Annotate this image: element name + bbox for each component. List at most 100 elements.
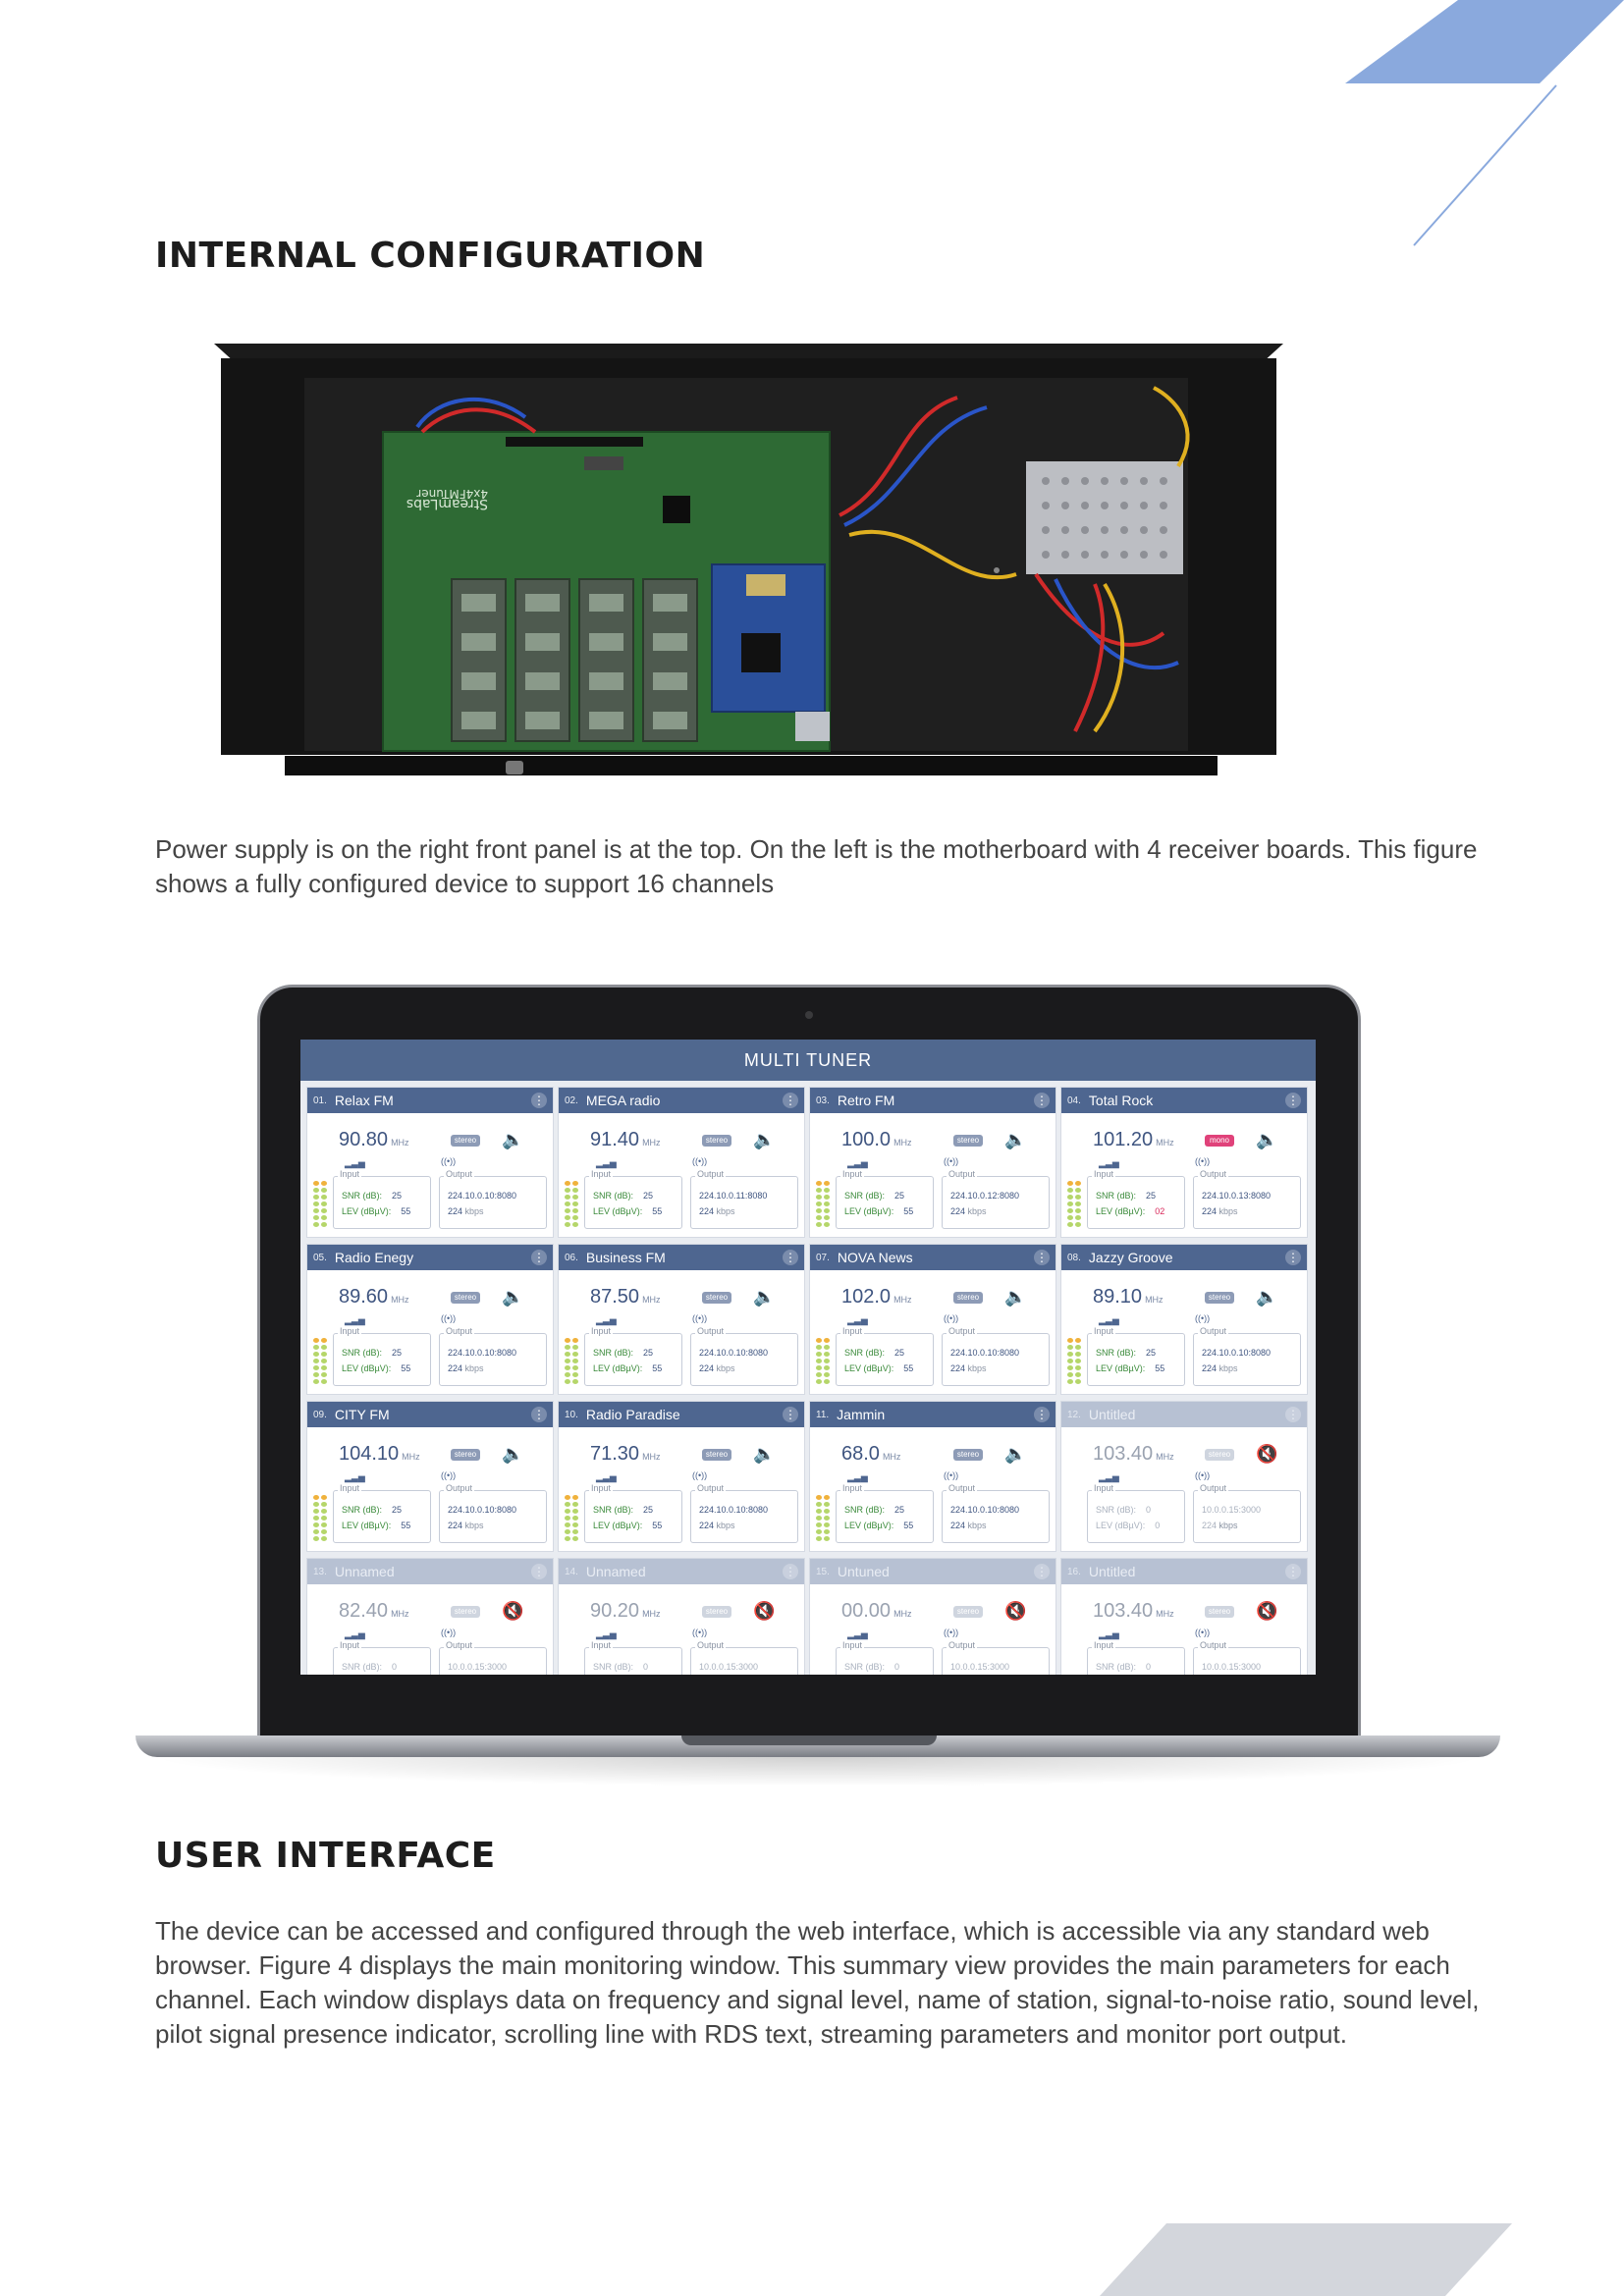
output-box: Output 224.10.0.10:8080 224 kbps — [439, 1326, 547, 1386]
menu-dots-icon[interactable]: ⋮ — [531, 1407, 547, 1422]
menu-dots-icon[interactable]: ⋮ — [783, 1250, 798, 1265]
channel-card[interactable]: 01. Relax FM ⋮ 90.80 MHz stereo 🔈 ▂▃▅ ((•)) Input… — [306, 1087, 554, 1238]
channel-header[interactable]: 07. NOVA News ⋮ — [810, 1245, 1056, 1270]
audio-mode-badge: stereo — [702, 1606, 731, 1618]
menu-dots-icon[interactable]: ⋮ — [531, 1093, 547, 1108]
antenna-icon: ((•)) — [441, 1628, 457, 1637]
speaker-icon[interactable]: 🔈 — [753, 1444, 775, 1465]
menu-dots-icon[interactable]: ⋮ — [531, 1564, 547, 1579]
channel-card[interactable]: 03. Retro FM ⋮ 100.0 MHz stereo 🔈 ▂▃▅ ((•)) Input… — [809, 1087, 1056, 1238]
channel-card[interactable]: 05. Radio Enegy ⋮ 89.60 MHz stereo 🔈 ▂▃▅ ((•)) In… — [306, 1244, 554, 1395]
level-dot — [313, 1536, 319, 1541]
channel-card[interactable]: 12. Untitled ⋮ 103.40 MHz stereo 🔇 ▂▃▅ ((•)) Inpu… — [1060, 1401, 1308, 1552]
channel-number: 11. — [816, 1409, 830, 1420]
frequency-value: 103.40 — [1093, 1600, 1154, 1622]
menu-dots-icon[interactable]: ⋮ — [783, 1407, 798, 1422]
channel-header[interactable]: 10. Radio Paradise ⋮ — [559, 1402, 804, 1427]
speaker-icon[interactable]: 🔈 — [1256, 1130, 1277, 1150]
level-dot — [824, 1201, 830, 1206]
channel-card[interactable]: 11. Jammin ⋮ 68.0 MHz stereo 🔈 ▂▃▅ ((•)) Input SNR… — [809, 1401, 1056, 1552]
output-caption: Output — [947, 1169, 978, 1179]
speaker-icon[interactable]: 🔈 — [1004, 1130, 1026, 1150]
speaker-muted-icon[interactable]: 🔇 — [753, 1601, 775, 1622]
channel-card[interactable]: 16. Untitled ⋮ 103.40 MHz stereo 🔇 ▂▃▅ ((•)) Inpu… — [1060, 1558, 1308, 1675]
channel-card[interactable]: 15. Untuned ⋮ 00.00 MHz stereo 🔇 ▂▃▅ ((•)) Input S… — [809, 1558, 1056, 1675]
menu-dots-icon[interactable]: ⋮ — [1285, 1093, 1301, 1108]
level-dot — [313, 1352, 319, 1357]
channel-card[interactable]: 02. MEGA radio ⋮ 91.40 MHz stereo 🔈 ▂▃▅ ((•)) Inp… — [558, 1087, 805, 1238]
channel-header[interactable]: 02. MEGA radio ⋮ — [559, 1088, 804, 1113]
channel-card[interactable]: 14. Unnamed ⋮ 90.20 MHz stereo 🔇 ▂▃▅ ((•)) Input S… — [558, 1558, 805, 1675]
lev-label: LEV (dBµV): — [844, 1521, 894, 1530]
speaker-icon[interactable]: 🔈 — [502, 1287, 523, 1308]
speaker-muted-icon[interactable]: 🔇 — [502, 1601, 523, 1622]
signal-bars-icon: ▂▃▅ — [596, 1472, 617, 1482]
speaker-icon[interactable]: 🔈 — [502, 1444, 523, 1465]
channel-card[interactable]: 09. CITY FM ⋮ 104.10 MHz stereo 🔈 ▂▃▅ ((•)) Input… — [306, 1401, 554, 1552]
level-dot — [824, 1509, 830, 1514]
frequency-display: 102.0 MHz — [841, 1286, 912, 1308]
level-dot — [572, 1188, 578, 1193]
menu-dots-icon[interactable]: ⋮ — [1034, 1093, 1050, 1108]
channel-header[interactable]: 16. Untitled ⋮ — [1061, 1559, 1307, 1584]
channel-header[interactable]: 05. Radio Enegy ⋮ — [307, 1245, 553, 1270]
menu-dots-icon[interactable]: ⋮ — [1285, 1407, 1301, 1422]
output-address: 224.10.0.13:8080 — [1202, 1191, 1272, 1201]
channel-header[interactable]: 11. Jammin ⋮ — [810, 1402, 1056, 1427]
menu-dots-icon[interactable]: ⋮ — [1285, 1250, 1301, 1265]
speaker-icon[interactable]: 🔈 — [502, 1130, 523, 1150]
menu-dots-icon[interactable]: ⋮ — [1034, 1250, 1050, 1265]
level-dot — [572, 1536, 578, 1541]
output-caption: Output — [1198, 1483, 1229, 1493]
channel-header[interactable]: 12. Untitled ⋮ — [1061, 1402, 1307, 1427]
menu-dots-icon[interactable]: ⋮ — [1034, 1407, 1050, 1422]
speaker-icon[interactable]: 🔈 — [753, 1130, 775, 1150]
channel-header[interactable]: 06. Business FM ⋮ — [559, 1245, 804, 1270]
snr-value: 25 — [1146, 1348, 1157, 1358]
level-dot — [816, 1365, 822, 1370]
snr-label: SNR (dB): — [593, 1505, 634, 1515]
snr-value: 25 — [392, 1505, 403, 1515]
channel-card[interactable]: 07. NOVA News ⋮ 102.0 MHz stereo 🔈 ▂▃▅ ((•)) Inpu… — [809, 1244, 1056, 1395]
menu-dots-icon[interactable]: ⋮ — [1034, 1564, 1050, 1579]
speaker-icon[interactable]: 🔈 — [1256, 1287, 1277, 1308]
channel-card[interactable]: 04. Total Rock ⋮ 101.20 MHz mono 🔈 ▂▃▅ ((•)) Inpu… — [1060, 1087, 1308, 1238]
channel-header[interactable]: 09. CITY FM ⋮ — [307, 1402, 553, 1427]
speaker-icon[interactable]: 🔈 — [753, 1287, 775, 1308]
channel-header[interactable]: 13. Unnamed ⋮ — [307, 1559, 553, 1584]
level-dot — [1075, 1338, 1081, 1343]
input-box: InputSNR (dB):0LEV (dBµV):0 — [836, 1640, 934, 1675]
frequency-value: 90.80 — [339, 1129, 389, 1150]
lev-value: 0 — [1155, 1521, 1161, 1530]
menu-dots-icon[interactable]: ⋮ — [783, 1564, 798, 1579]
channel-header[interactable]: 01. Relax FM ⋮ — [307, 1088, 553, 1113]
speaker-muted-icon[interactable]: 🔇 — [1004, 1601, 1026, 1622]
device-internal-photo: StreamLabs 4x4FMTuner — [211, 339, 1286, 776]
speaker-icon[interactable]: 🔈 — [1004, 1287, 1026, 1308]
snr-label: SNR (dB): — [342, 1191, 383, 1201]
level-dot — [824, 1195, 830, 1200]
menu-dots-icon[interactable]: ⋮ — [531, 1250, 547, 1265]
channel-card[interactable]: 06. Business FM ⋮ 87.50 MHz stereo 🔈 ▂▃▅ ((•)) In… — [558, 1244, 805, 1395]
output-address: 224.10.0.10:8080 — [448, 1191, 517, 1201]
speaker-muted-icon[interactable]: 🔇 — [1256, 1444, 1277, 1465]
input-caption: Input — [589, 1640, 614, 1650]
input-box: Input SNR (dB): 25 LEV (dBµV): 55 — [836, 1326, 934, 1386]
channel-header[interactable]: 03. Retro FM ⋮ — [810, 1088, 1056, 1113]
menu-dots-icon[interactable]: ⋮ — [783, 1093, 798, 1108]
speaker-icon[interactable]: 🔈 — [1004, 1444, 1026, 1465]
level-dot — [321, 1379, 327, 1384]
level-dot — [816, 1359, 822, 1363]
menu-dots-icon[interactable]: ⋮ — [1285, 1564, 1301, 1579]
channel-header[interactable]: 15. Untuned ⋮ — [810, 1559, 1056, 1584]
channel-card[interactable]: 13. Unnamed ⋮ 82.40 MHz stereo 🔇 ▂▃▅ ((•)) Input S… — [306, 1558, 554, 1675]
channel-header[interactable]: 08. Jazzy Groove ⋮ — [1061, 1245, 1307, 1270]
lev-value: 55 — [652, 1206, 663, 1216]
channel-card[interactable]: 08. Jazzy Groove ⋮ 89.10 MHz stereo 🔈 ▂▃▅ ((•)) I… — [1060, 1244, 1308, 1395]
output-caption: Output — [947, 1640, 978, 1650]
channel-name: Radio Enegy — [334, 1250, 414, 1265]
channel-card[interactable]: 10. Radio Paradise ⋮ 71.30 MHz stereo 🔈 ▂▃▅ ((•)… — [558, 1401, 805, 1552]
channel-header[interactable]: 14. Unnamed ⋮ — [559, 1559, 804, 1584]
channel-header[interactable]: 04. Total Rock ⋮ — [1061, 1088, 1307, 1113]
speaker-muted-icon[interactable]: 🔇 — [1256, 1601, 1277, 1622]
